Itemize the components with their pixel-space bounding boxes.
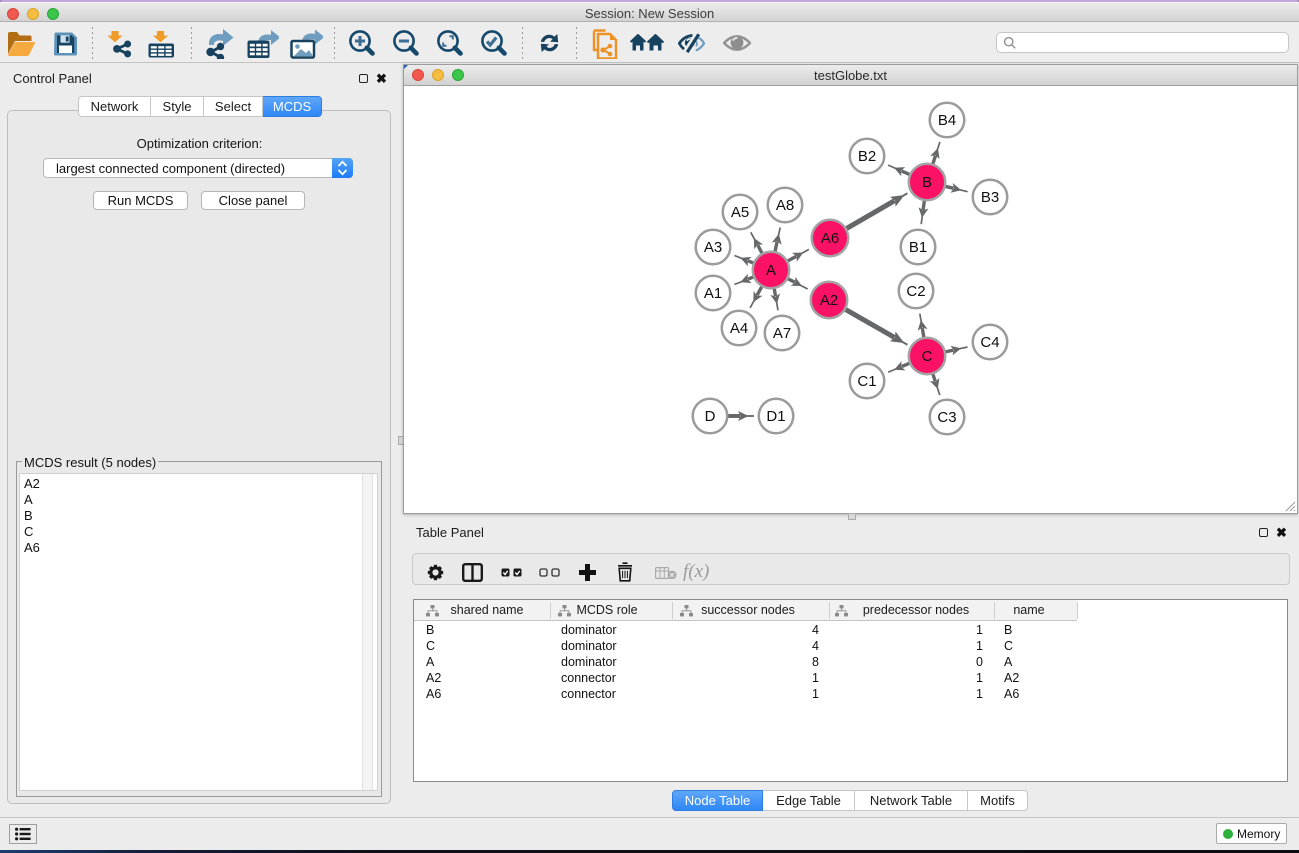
svg-text:B3: B3 [981, 189, 999, 206]
svg-text:A4: A4 [730, 320, 748, 337]
svg-text:A1: A1 [704, 285, 722, 302]
svg-text:C3: C3 [937, 409, 956, 426]
svg-text:A5: A5 [731, 204, 749, 221]
svg-text:A2: A2 [820, 292, 838, 309]
svg-text:B4: B4 [938, 112, 956, 129]
svg-text:A: A [766, 262, 776, 279]
svg-text:C2: C2 [906, 283, 925, 300]
svg-text:A7: A7 [773, 325, 791, 342]
svg-text:C1: C1 [857, 373, 876, 390]
svg-text:A3: A3 [704, 239, 722, 256]
svg-text:D1: D1 [766, 408, 785, 425]
svg-text:A6: A6 [821, 230, 839, 247]
svg-text:B2: B2 [858, 148, 876, 165]
svg-text:D: D [705, 408, 716, 425]
svg-text:B: B [922, 174, 932, 191]
svg-text:C4: C4 [980, 334, 999, 351]
svg-text:C: C [922, 348, 933, 365]
svg-text:A8: A8 [776, 197, 794, 214]
svg-text:B1: B1 [909, 239, 927, 256]
